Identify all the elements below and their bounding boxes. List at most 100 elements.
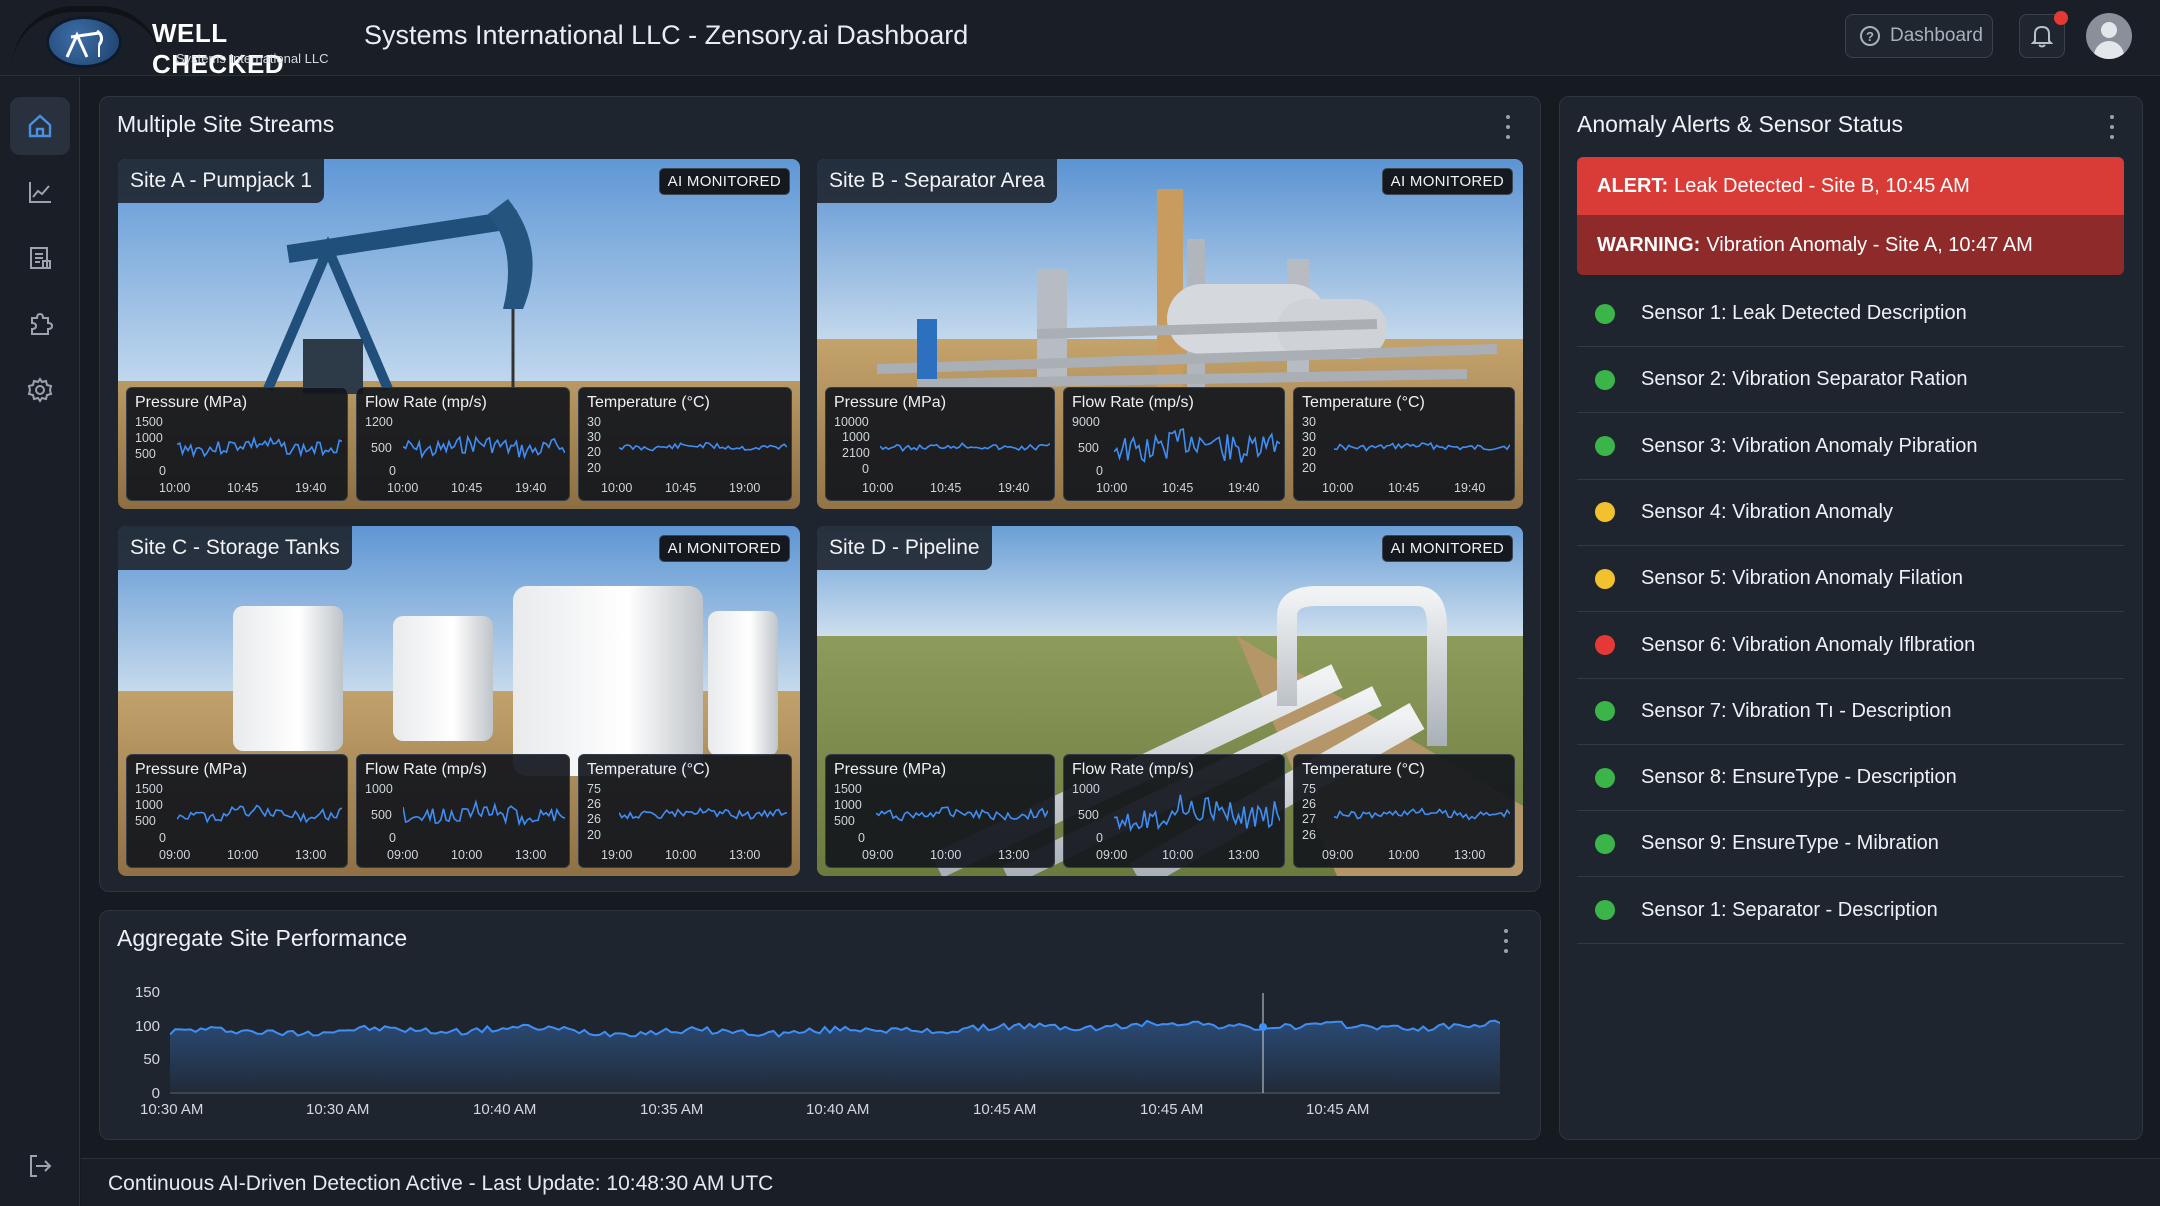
more-options-icon[interactable] (1502, 929, 1510, 953)
y-tick: 20 (1302, 445, 1316, 459)
more-options-icon[interactable] (2108, 115, 2116, 139)
sidebar-item-home[interactable] (10, 97, 70, 155)
x-tick: 10:30 AM (306, 1101, 370, 1118)
sensor-label: Sensor 6: Vibration Anomaly Iflbration (1641, 633, 1976, 656)
y-tick: 1000 (365, 782, 393, 796)
status-text: Continuous AI-Driven Detection Active - … (108, 1172, 774, 1195)
dashboard-button[interactable]: ? Dashboard (1845, 14, 1993, 58)
x-tick: 19:40 (1228, 481, 1260, 495)
sparkline (880, 442, 1050, 453)
logout-icon (30, 1155, 52, 1177)
sparkline (1334, 441, 1510, 452)
sensor-row[interactable]: Sensor 4: Vibration Anomaly (1577, 480, 2124, 546)
x-tick: 10:30 AM (140, 1101, 204, 1118)
y-tick: 30 (1302, 430, 1316, 444)
aggregate-performance-chart[interactable] (170, 985, 1500, 1095)
chart-title: Pressure (MPa) (834, 761, 947, 778)
y-tick: 1500 (834, 782, 862, 796)
site-a-pressure-chart[interactable]: Pressure (MPa) 1500 1000 500 0 10:00 10:… (126, 387, 348, 501)
site-d-flow-chart[interactable]: Flow Rate (mp/s) 1000 500 0 09:00 10:00 … (1063, 754, 1285, 868)
y-tick: 1500 (135, 782, 163, 796)
sensor-row[interactable]: Sensor 9: EnsureType - Mibration (1577, 811, 2124, 878)
x-tick: 13:00 (1454, 848, 1486, 862)
leak-alert-banner[interactable]: ALERT: Leak Detected - Site B, 10:45 AM (1577, 157, 2124, 215)
status-dot-icon (1595, 568, 1615, 589)
home-icon (28, 114, 52, 138)
y-tick: 1000 (834, 798, 862, 812)
company-logo[interactable]: WELL CHECKED Systems International LLC (12, 4, 352, 79)
sensor-label: Sensor 8: EnsureType - Description (1641, 766, 1957, 789)
site-c-flow-chart[interactable]: Flow Rate (mp/s) 1000 500 0 09:00 10:00 … (356, 754, 570, 868)
y-tick: 20 (587, 828, 601, 842)
sidebar (0, 77, 80, 1206)
sparkline (1114, 428, 1280, 463)
y-tick: 26 (587, 812, 601, 826)
site-d-temperature-chart[interactable]: Temperature (°C) 75 26 27 26 09:00 10:00… (1293, 754, 1515, 868)
sensor-row[interactable]: Sensor 6: Vibration Anomaly Iflbration (1577, 613, 2124, 679)
user-avatar[interactable] (2086, 13, 2132, 59)
site-b-temperature-chart[interactable]: Temperature (°C) 30 30 20 20 10:00 10:45… (1293, 387, 1515, 501)
sparkline (876, 806, 1048, 822)
chart-title: Flow Rate (mp/s) (365, 761, 487, 778)
site-card-b[interactable]: Site B - Separator Area AI MONITORED Pre… (817, 159, 1523, 509)
sidebar-item-logout[interactable] (10, 1137, 70, 1195)
site-card-a[interactable]: Site A - Pumpjack 1 AI MONITORED Pressur… (118, 159, 800, 509)
sensor-row[interactable]: Sensor 1: Separator - Description (1577, 878, 2124, 944)
y-tick: 1000 (1072, 782, 1100, 796)
x-tick: 13:00 (295, 848, 327, 862)
site-b-flow-chart[interactable]: Flow Rate (mp/s) 9000 500 0 10:00 10:45 … (1063, 387, 1285, 501)
y-tick: 0 (1096, 464, 1103, 478)
site-d-title: Site D - Pipeline (817, 526, 992, 570)
x-tick: 10:00 (159, 481, 191, 495)
warning-label: WARNING: (1597, 233, 1701, 256)
y-tick: 20 (587, 445, 601, 459)
x-tick: 10:45 (1388, 481, 1420, 495)
site-c-pressure-chart[interactable]: Pressure (MPa) 1500 1000 500 0 09:00 10:… (126, 754, 348, 868)
sparkline (403, 799, 565, 827)
y-tick: 10000 (834, 415, 869, 429)
site-c-temperature-chart[interactable]: Temperature (°C) 75 26 26 20 19:00 10:00… (578, 754, 792, 868)
status-dot-icon (1595, 900, 1615, 921)
sidebar-item-analytics[interactable] (10, 163, 70, 221)
y-tick: 0 (151, 1085, 160, 1102)
x-tick: 10:45 (930, 481, 962, 495)
site-a-flow-chart[interactable]: Flow Rate (mp/s) 1200 500 0 10:00 10:45 … (356, 387, 570, 501)
anomaly-alerts-panel: Anomaly Alerts & Sensor Status ALERT: Le… (1559, 96, 2143, 1140)
sensor-row[interactable]: Sensor 2: Vibration Separator Ration (1577, 347, 2124, 414)
more-options-icon[interactable] (1504, 115, 1512, 139)
notifications-button[interactable] (2019, 11, 2068, 58)
warning-text: Vibration Anomaly - Site A, 10:47 AM (1706, 233, 2033, 256)
vibration-warning-banner[interactable]: WARNING: Vibration Anomaly - Site A, 10:… (1577, 215, 2124, 275)
sensor-row[interactable]: Sensor 8: EnsureType - Description (1577, 745, 2124, 812)
y-tick: 1000 (135, 798, 163, 812)
sensor-row[interactable]: Sensor 3: Vibration Anomaly Pibration (1577, 414, 2124, 480)
y-tick: 26 (587, 797, 601, 811)
y-tick: 27 (1302, 812, 1316, 826)
sparkline (403, 434, 565, 460)
notification-badge (2054, 11, 2068, 25)
site-card-c[interactable]: Site C - Storage Tanks AI MONITORED Pres… (118, 526, 800, 876)
y-tick: 50 (143, 1051, 160, 1068)
x-tick: 10:35 AM (640, 1101, 704, 1118)
dashboard-button-label: Dashboard (1890, 25, 1983, 46)
sidebar-item-reports[interactable] (10, 229, 70, 287)
status-dot-icon (1595, 701, 1615, 722)
x-tick: 10:00 (862, 481, 894, 495)
top-bar: WELL CHECKED Systems International LLC S… (0, 0, 2160, 79)
app-title: Systems International LLC - Zensory.ai D… (364, 20, 969, 50)
y-tick: 1500 (135, 415, 163, 429)
y-tick: 2100 (842, 446, 870, 460)
sidebar-item-integrations[interactable] (10, 295, 70, 353)
sensor-row[interactable]: Sensor 1: Leak Detected Description (1577, 281, 2124, 347)
alert-text: Leak Detected - Site B, 10:45 AM (1674, 174, 1970, 197)
sidebar-item-settings[interactable] (10, 361, 70, 419)
site-a-temperature-chart[interactable]: Temperature (°C) 30 30 20 20 10:00 10:45… (578, 387, 792, 501)
site-card-d[interactable]: Site D - Pipeline AI MONITORED Pressure … (817, 526, 1523, 876)
y-tick: 1200 (365, 415, 393, 429)
site-d-pressure-chart[interactable]: Pressure (MPa) 1500 1000 500 0 09:00 10:… (825, 754, 1055, 868)
sensor-row[interactable]: Sensor 5: Vibration Anomaly Filation (1577, 546, 2124, 613)
x-tick: 13:00 (998, 848, 1030, 862)
sensor-label: Sensor 1: Separator - Description (1641, 898, 1938, 921)
sensor-row[interactable]: Sensor 7: Vibration Tı - Description (1577, 679, 2124, 745)
site-b-pressure-chart[interactable]: Pressure (MPa) 10000 1000 2100 0 10:00 1… (825, 387, 1055, 501)
